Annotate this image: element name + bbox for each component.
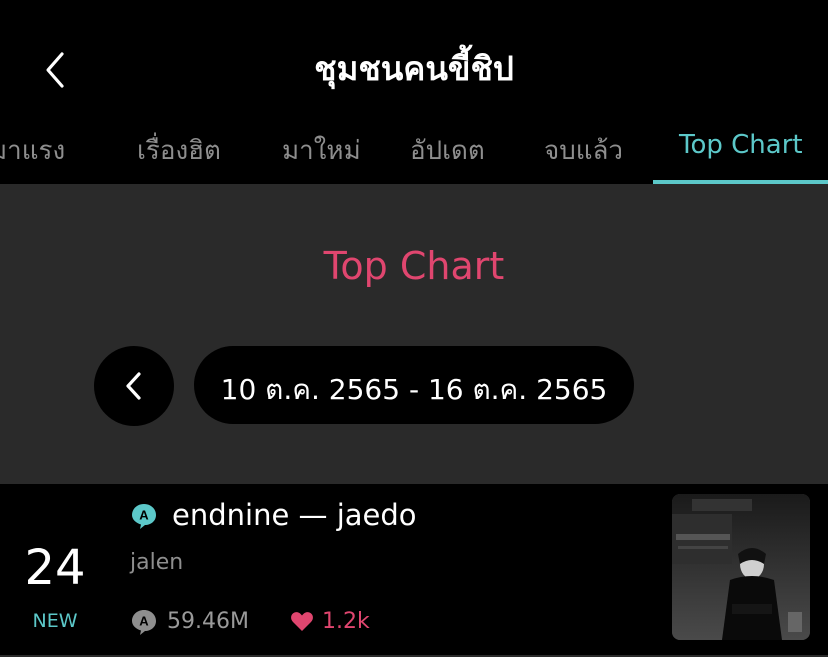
tab-hits[interactable]: เรื่องฮิต	[137, 130, 221, 171]
likes-count: 1.2k	[322, 609, 370, 634]
tab-trending[interactable]: มาแรง	[0, 130, 65, 171]
date-range-text: 10 ต.ค. 2565 - 16 ต.ค. 2565	[220, 373, 608, 406]
chart-entry-row[interactable]: 24 NEW A endnine — jaedo jalen A 59.46M …	[0, 484, 828, 657]
previous-week-button[interactable]	[94, 346, 174, 426]
chart-title: Top Chart	[323, 244, 505, 288]
entry-author[interactable]: jalen	[130, 550, 183, 575]
cover-thumbnail[interactable]	[672, 494, 810, 640]
top-bar: ชุมชนคนขี้ชิป	[0, 0, 828, 120]
chart-header-panel: Top Chart 10 ต.ค. 2565 - 16 ต.ค. 2565	[0, 184, 828, 484]
prev-week-icon	[126, 372, 141, 400]
views-icon: A	[132, 610, 156, 635]
tab-updated[interactable]: อัปเดต	[410, 130, 485, 171]
tab-top-chart[interactable]: Top Chart	[679, 130, 803, 160]
rank-status-badge: NEW	[32, 610, 78, 632]
views-count: 59.46M	[167, 609, 249, 634]
entry-title[interactable]: endnine — jaedo	[172, 498, 417, 532]
rank-number: 24	[24, 540, 86, 596]
date-range-pill[interactable]: 10 ต.ค. 2565 - 16 ต.ค. 2565	[194, 346, 634, 424]
author-badge-icon: A	[132, 504, 156, 529]
svg-text:A: A	[139, 508, 149, 523]
tab-bar: มาแรง เรื่องฮิต มาใหม่ อัปเดต จบแล้ว Top…	[0, 120, 828, 184]
tab-new[interactable]: มาใหม่	[282, 130, 361, 171]
cover-image	[672, 494, 810, 640]
heart-icon	[291, 612, 313, 631]
svg-text:A: A	[139, 614, 149, 629]
tab-completed[interactable]: จบแล้ว	[544, 130, 623, 171]
page-title: ชุมชนคนขี้ชิป	[314, 49, 514, 88]
